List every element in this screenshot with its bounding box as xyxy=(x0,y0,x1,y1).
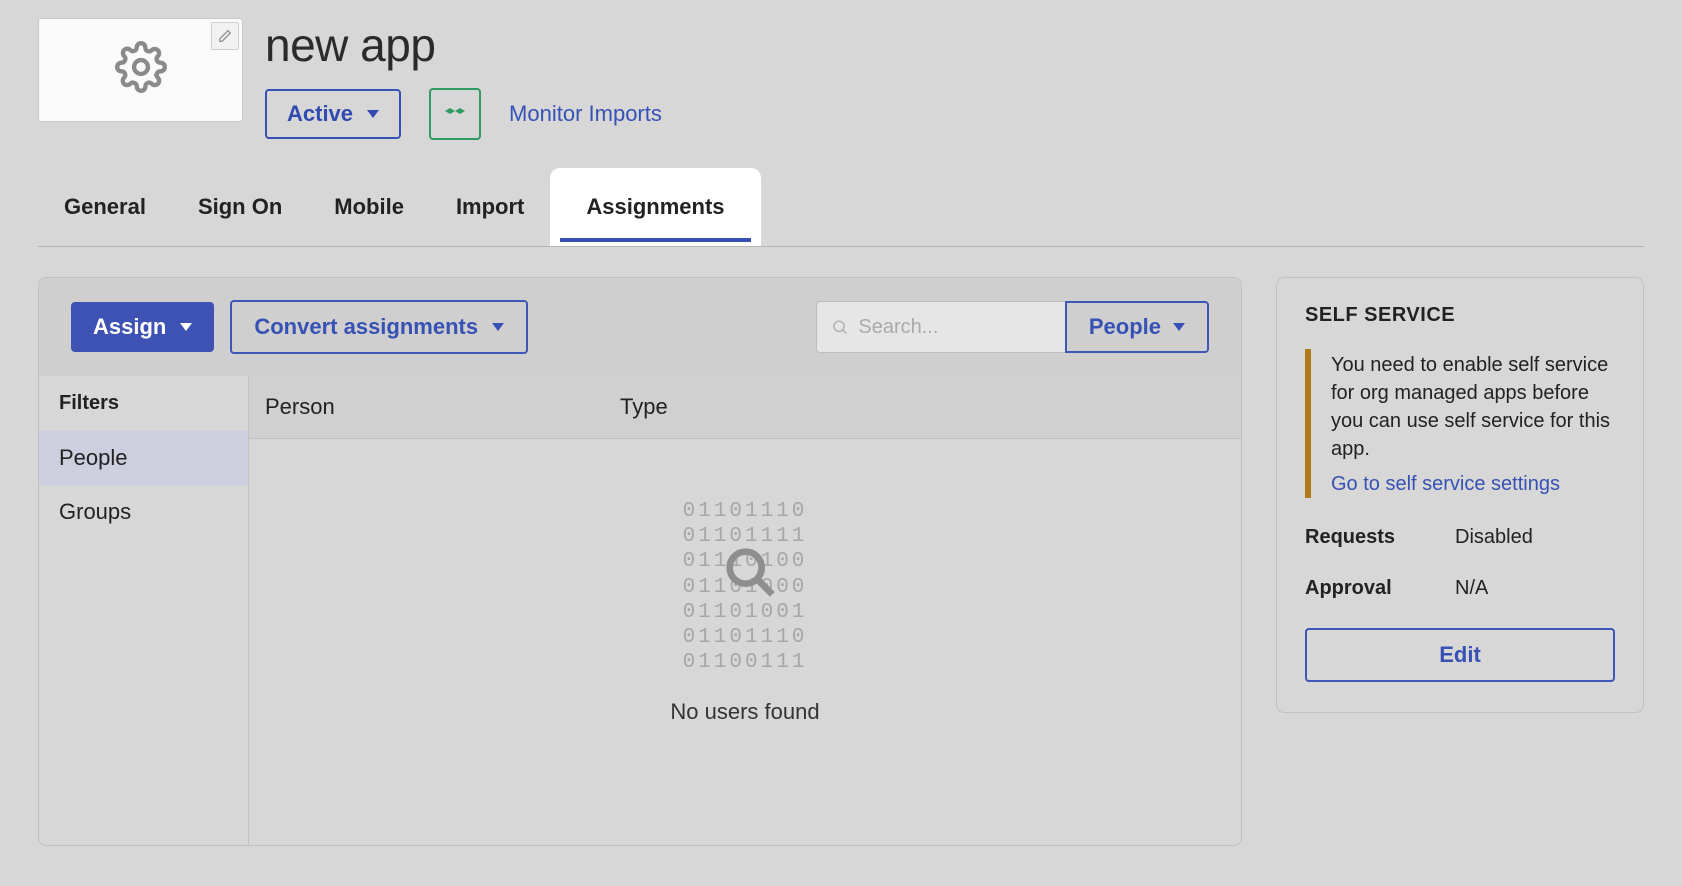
self-service-title: SELF SERVICE xyxy=(1305,304,1615,327)
self-service-settings-link[interactable]: Go to self service settings xyxy=(1331,473,1560,495)
column-type: Type xyxy=(620,394,1225,420)
tabs: General Sign On Mobile Import Assignment… xyxy=(38,168,1644,247)
handshake-icon xyxy=(443,99,467,129)
notice-text: You need to enable self service for org … xyxy=(1331,351,1615,463)
edit-app-icon-button[interactable] xyxy=(211,22,239,50)
edit-self-service-button[interactable]: Edit xyxy=(1305,628,1615,682)
requests-value: Disabled xyxy=(1455,526,1533,549)
search-scope-label: People xyxy=(1089,314,1161,340)
saml-indicator[interactable] xyxy=(429,88,481,140)
self-service-panel: SELF SERVICE You need to enable self ser… xyxy=(1276,277,1644,713)
app-title: new app xyxy=(265,18,662,72)
assignments-panel: Assign Convert assignments xyxy=(38,277,1242,846)
search-input[interactable] xyxy=(858,316,1051,339)
filter-people[interactable]: People xyxy=(39,431,248,485)
monitor-imports-link[interactable]: Monitor Imports xyxy=(509,101,662,127)
tab-assignments[interactable]: Assignments xyxy=(550,168,760,246)
approval-value: N/A xyxy=(1455,577,1488,600)
empty-state: 01101110 01101111 01110100 01101000 0110… xyxy=(249,439,1241,845)
filter-groups[interactable]: Groups xyxy=(39,485,248,539)
tab-sign-on[interactable]: Sign On xyxy=(172,168,308,246)
empty-message: No users found xyxy=(670,699,819,725)
app-icon-container xyxy=(38,18,243,122)
status-dropdown[interactable]: Active xyxy=(265,89,401,139)
chevron-down-icon xyxy=(180,323,192,331)
assign-button[interactable]: Assign xyxy=(71,302,214,352)
tab-mobile[interactable]: Mobile xyxy=(308,168,430,246)
assignments-table: Person Type 01101110 01101111 01110100 0… xyxy=(249,376,1241,845)
chevron-down-icon xyxy=(492,323,504,331)
assign-button-label: Assign xyxy=(93,314,166,340)
chevron-down-icon xyxy=(367,110,379,118)
self-service-notice: You need to enable self service for org … xyxy=(1305,349,1615,498)
empty-state-art: 01101110 01101111 01110100 01101000 0110… xyxy=(683,499,808,675)
actions-bar: Assign Convert assignments xyxy=(39,278,1241,376)
search-scope-dropdown[interactable]: People xyxy=(1065,301,1209,353)
status-label: Active xyxy=(287,101,353,127)
approval-label: Approval xyxy=(1305,577,1455,600)
chevron-down-icon xyxy=(1173,323,1185,331)
search-icon xyxy=(831,317,849,337)
gear-icon xyxy=(115,41,167,99)
filters-heading: Filters xyxy=(39,376,248,431)
filters-sidebar: Filters People Groups xyxy=(39,376,249,845)
tab-general[interactable]: General xyxy=(38,168,172,246)
search-box[interactable] xyxy=(816,301,1066,353)
tab-import[interactable]: Import xyxy=(430,168,550,246)
convert-assignments-button[interactable]: Convert assignments xyxy=(230,300,528,354)
column-person: Person xyxy=(265,394,620,420)
pencil-icon xyxy=(218,29,232,43)
convert-button-label: Convert assignments xyxy=(254,314,478,340)
magnifier-icon xyxy=(719,541,783,613)
requests-label: Requests xyxy=(1305,526,1455,549)
